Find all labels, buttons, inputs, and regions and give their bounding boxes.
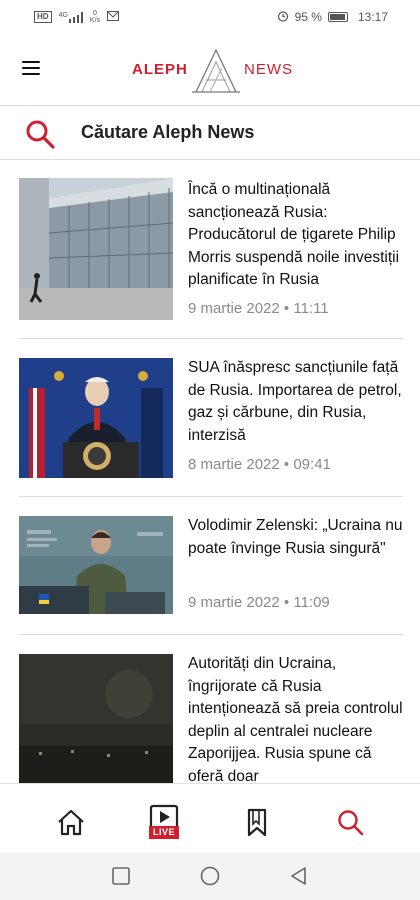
article-thumbnail[interactable] (19, 516, 173, 614)
live-badge: LIVE (152, 827, 175, 837)
article-date-text: 8 martie 2022 (188, 456, 280, 473)
article-date: 8 martie 2022 • 09:41 (188, 456, 331, 473)
status-right: 95 % 13:17 (277, 10, 388, 25)
article-date: 9 martie 2022 • 11:09 (188, 594, 330, 611)
notification-icon (107, 10, 120, 24)
search-icon[interactable] (334, 806, 366, 838)
system-navigation-bar (0, 853, 420, 900)
bookmark-icon[interactable] (241, 806, 273, 838)
network-type-badge: HD (34, 11, 52, 23)
signal-type-label: 4G (58, 11, 68, 19)
status-bar: HD 4G 0 K/s 95 % 13:17 (0, 0, 420, 34)
article-thumbnail[interactable] (19, 358, 173, 478)
meta-separator: • (283, 456, 290, 473)
status-left: HD 4G 0 K/s (34, 10, 120, 24)
article-card[interactable]: Volodimir Zelenski: „Ucraina nu poate în… (0, 497, 420, 633)
battery-icon (327, 12, 348, 22)
logo-emblem (192, 48, 240, 93)
article-thumbnail[interactable] (19, 178, 173, 320)
clock: 13:17 (357, 10, 388, 24)
article-title[interactable]: Autorități din Ucraina, îngrijorate că R… (188, 653, 403, 783)
home-button-icon[interactable] (200, 866, 220, 891)
article-thumbnail[interactable] (19, 654, 173, 783)
recent-apps-icon[interactable] (111, 866, 131, 891)
article-card[interactable]: SUA înăspresc sancțiunile față de Rusia.… (0, 339, 420, 493)
aleph-news-logo[interactable]: ALEPH NEWS (132, 46, 292, 96)
article-time-text: 11:11 (293, 300, 329, 317)
article-time-text: 09:41 (293, 456, 331, 473)
meta-separator: • (283, 594, 290, 611)
signal-icon: 4G (58, 11, 83, 23)
logo-left-text: ALEPH (132, 61, 188, 78)
back-icon[interactable] (289, 866, 309, 891)
battery-percent: 95 % (294, 10, 322, 24)
network-speed-value: 0 (93, 10, 97, 17)
article-date-text: 9 martie 2022 (188, 300, 280, 317)
article-date-text: 9 martie 2022 (188, 594, 280, 611)
home-icon[interactable] (55, 806, 87, 838)
app-header: ALEPH NEWS (0, 34, 420, 106)
search-label[interactable]: Căutare Aleph News (81, 122, 254, 143)
network-speed-unit: K/s (89, 17, 101, 24)
article-title[interactable]: SUA înăspresc sancțiunile față de Rusia.… (188, 357, 403, 447)
search-icon[interactable] (24, 118, 56, 155)
logo-right-text: NEWS (244, 61, 293, 78)
article-title[interactable]: Încă o multinațională sancționează Rusia… (188, 179, 403, 292)
network-speed: 0 K/s (90, 10, 100, 24)
article-time-text: 11:09 (293, 594, 330, 611)
search-bar[interactable]: Căutare Aleph News (0, 107, 420, 160)
article-date: 9 martie 2022 • 11:11 (188, 300, 329, 317)
bottom-navigation: LIVE (0, 783, 420, 853)
menu-icon[interactable] (22, 61, 40, 75)
news-feed: Încă o multinațională sancționează Rusia… (0, 161, 420, 783)
article-title[interactable]: Volodimir Zelenski: „Ucraina nu poate în… (188, 515, 403, 560)
article-card[interactable]: Autorități din Ucraina, îngrijorate că R… (0, 635, 420, 783)
meta-separator: • (283, 300, 290, 317)
article-card[interactable]: Încă o multinațională sancționează Rusia… (0, 161, 420, 337)
alarm-icon (277, 10, 289, 25)
live-icon[interactable]: LIVE (147, 804, 181, 840)
